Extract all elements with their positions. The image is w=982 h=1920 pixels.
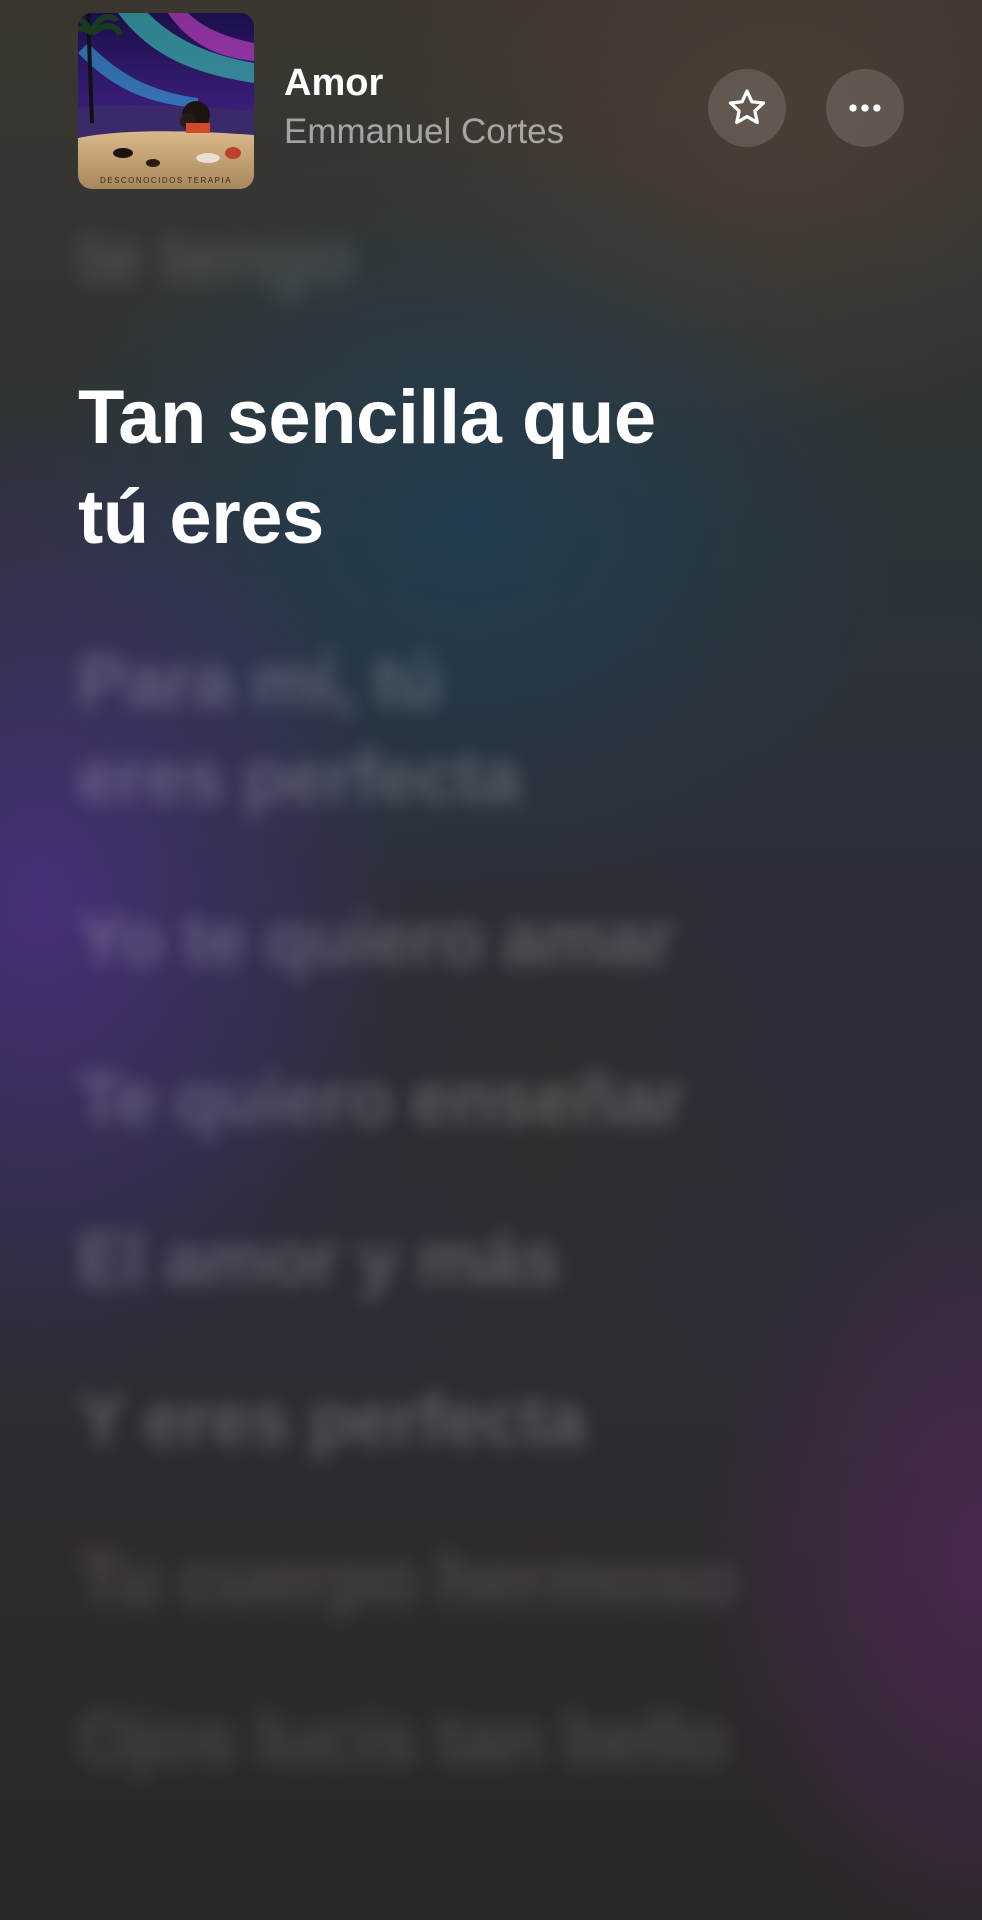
lyric-line-active[interactable]: Tan sencilla que tú eres (78, 368, 656, 568)
lyric-line-previous[interactable]: te tengo (78, 210, 354, 306)
album-artwork[interactable]: DESCONOCIDOS TERAPIA (78, 13, 254, 189)
lyric-line[interactable]: Tu cuerpo hermoso (78, 1532, 737, 1628)
star-outline-icon (728, 89, 766, 125)
lyric-line[interactable]: Te quiero enseñar (78, 1052, 685, 1148)
lyric-line[interactable]: Para mí, tú eres perfecta (78, 634, 520, 826)
ellipsis-icon (849, 104, 881, 112)
track-artist[interactable]: Emmanuel Cortes (284, 112, 564, 152)
lyric-line[interactable]: Yo te quiero amar (78, 892, 673, 988)
album-artwork-image: DESCONOCIDOS TERAPIA (78, 13, 254, 189)
lyric-line[interactable]: El amor y más (78, 1212, 560, 1308)
svg-text:DESCONOCIDOS TERAPIA: DESCONOCIDOS TERAPIA (100, 176, 232, 185)
lyric-line[interactable]: Y eres perfecta (78, 1372, 586, 1468)
lyric-line[interactable]: Ojos lucís tan bello (78, 1692, 729, 1788)
now-playing-header: DESCONOCIDOS TERAPIA Amor Emmanuel Corte… (0, 0, 982, 200)
more-options-button[interactable] (826, 69, 904, 147)
track-title[interactable]: Amor (284, 62, 383, 105)
favorite-button[interactable] (708, 69, 786, 147)
